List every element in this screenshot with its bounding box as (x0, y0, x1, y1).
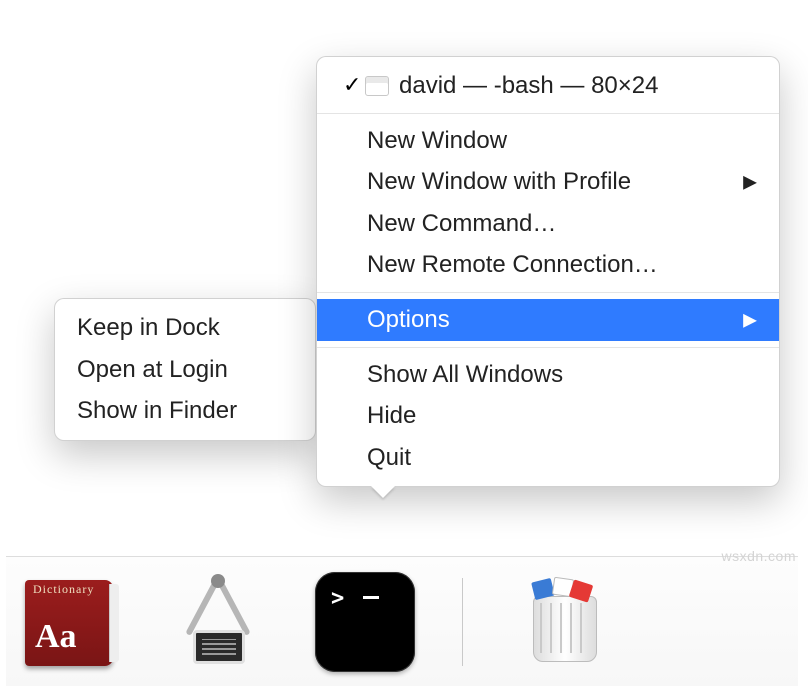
dictionary-cover-label: Dictionary (33, 582, 111, 597)
menu-label: Show All Windows (367, 358, 563, 392)
compass-icon (167, 572, 267, 672)
menu-label: New Command… (367, 207, 556, 241)
menu-pointer-icon (371, 486, 395, 498)
menu-item-new-command[interactable]: New Command… (317, 203, 779, 245)
terminal-window-icon (365, 76, 389, 96)
dictionary-icon: Dictionary Aa (21, 574, 117, 670)
submenu-arrow-icon: ▶ (743, 307, 757, 332)
menu-item-show-all-windows[interactable]: Show All Windows (317, 354, 779, 396)
menu-label: New Window with Profile (367, 165, 631, 199)
dock-divider (462, 578, 463, 666)
menu-item-new-window-profile[interactable]: New Window with Profile ▶ (317, 161, 779, 203)
menu-item-hide[interactable]: Hide (317, 395, 779, 437)
menu-label: Quit (367, 441, 411, 475)
menu-item-new-window[interactable]: New Window (317, 120, 779, 162)
submenu-item-open-at-login[interactable]: Open at Login (55, 349, 315, 391)
menu-label: Options (367, 303, 450, 337)
submenu-label: Open at Login (77, 353, 228, 387)
session-label: david — -bash — 80×24 (399, 69, 659, 103)
dock-context-menu: ✓ david — -bash — 80×24 New Window New W… (316, 56, 780, 487)
dictionary-aa: Aa (35, 618, 77, 656)
menu-separator (317, 292, 779, 293)
menu-label: New Window (367, 124, 507, 158)
dock-item-trash[interactable] (505, 567, 615, 677)
menu-item-quit[interactable]: Quit (317, 437, 779, 479)
menu-label: Hide (367, 399, 416, 433)
dock-item-terminal[interactable]: > (310, 567, 420, 677)
menu-item-options[interactable]: Options ▶ (317, 299, 779, 341)
submenu-item-show-in-finder[interactable]: Show in Finder (55, 390, 315, 432)
menu-separator (317, 113, 779, 114)
menu-item-session[interactable]: ✓ david — -bash — 80×24 (317, 65, 779, 107)
trash-icon (525, 578, 605, 666)
options-submenu: Keep in Dock Open at Login Show in Finde… (54, 298, 316, 441)
menu-item-new-remote-connection[interactable]: New Remote Connection… (317, 244, 779, 286)
submenu-arrow-icon: ▶ (743, 169, 757, 194)
dock-item-dictionary[interactable]: Dictionary Aa (14, 567, 124, 677)
submenu-label: Show in Finder (77, 394, 237, 428)
submenu-label: Keep in Dock (77, 311, 220, 345)
dock-item-system[interactable] (162, 567, 272, 677)
terminal-icon: > (315, 572, 415, 672)
checkmark-icon: ✓ (343, 70, 365, 101)
dock: Dictionary Aa > (6, 556, 798, 686)
menu-label: New Remote Connection… (367, 248, 658, 282)
menu-separator (317, 347, 779, 348)
submenu-item-keep-in-dock[interactable]: Keep in Dock (55, 307, 315, 349)
